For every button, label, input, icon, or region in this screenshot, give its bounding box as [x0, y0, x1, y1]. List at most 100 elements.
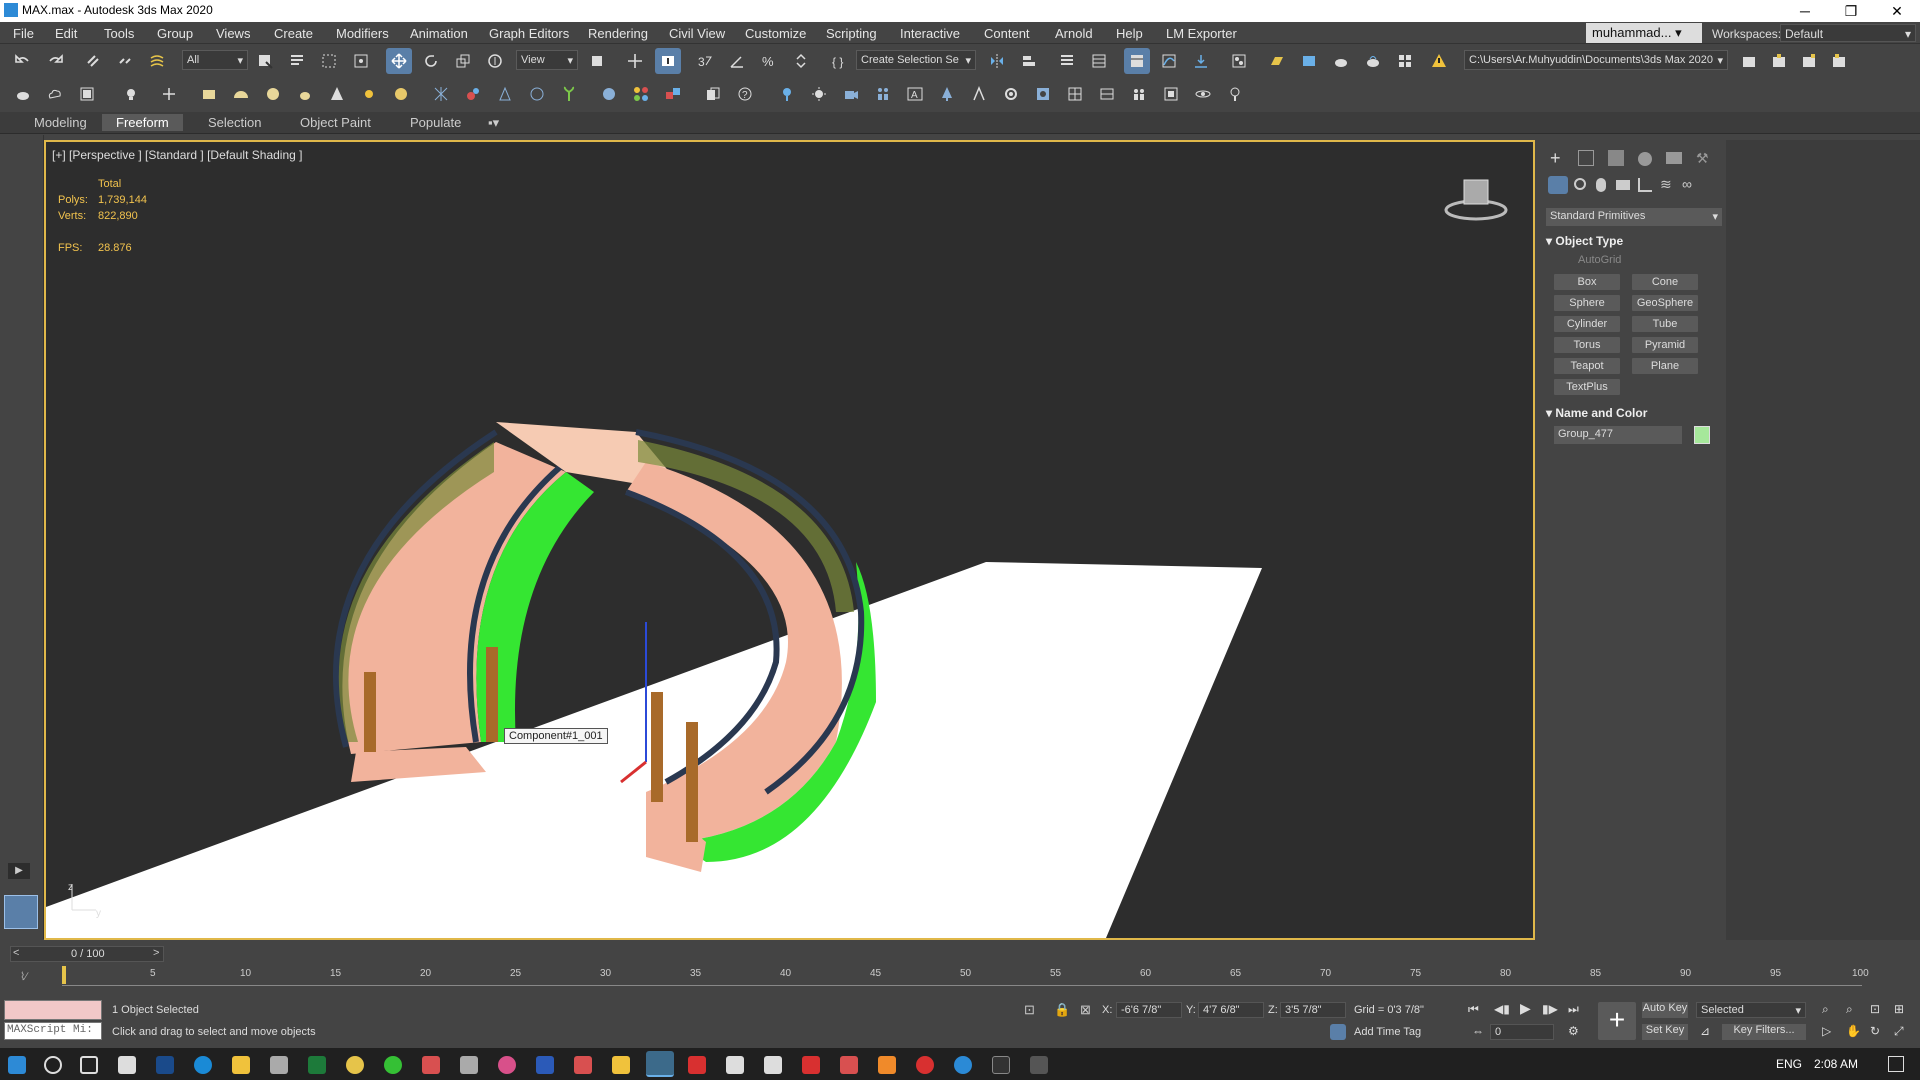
- current-frame-field[interactable]: 0: [1490, 1024, 1554, 1040]
- menu-animation[interactable]: Animation: [410, 26, 468, 41]
- isolate-selection-icon[interactable]: ⊡: [1024, 1002, 1035, 1018]
- goto-start-icon[interactable]: ⏮: [1468, 1002, 1479, 1017]
- acrobat-icon[interactable]: [802, 1056, 820, 1074]
- warning-button[interactable]: [1426, 48, 1452, 74]
- bind-space-warp-button[interactable]: [144, 48, 170, 74]
- menu-graph-editors[interactable]: Graph Editors: [489, 26, 569, 41]
- box-create-button[interactable]: [196, 81, 222, 107]
- project-save-button[interactable]: [1796, 48, 1822, 74]
- particles-button[interactable]: [460, 81, 486, 107]
- system-tray-icons[interactable]: [1432, 1056, 1762, 1072]
- menu-scripting[interactable]: Scripting: [826, 26, 877, 41]
- absolute-mode-icon[interactable]: ⊠: [1080, 1002, 1091, 1018]
- selection-filter-dropdown[interactable]: All ▾: [182, 50, 248, 70]
- time-slider[interactable]: < 0 / 100 >: [10, 946, 164, 962]
- viewport-layout-button[interactable]: [1062, 81, 1088, 107]
- skype-icon[interactable]: [954, 1056, 972, 1074]
- vlc-icon[interactable]: [878, 1056, 896, 1074]
- y-coordinate-field[interactable]: 4'7 6/8": [1198, 1002, 1264, 1018]
- tab-populate[interactable]: Populate: [410, 115, 461, 130]
- object-name-field[interactable]: Group_477: [1554, 426, 1682, 444]
- menu-views[interactable]: Views: [216, 26, 250, 41]
- pan-icon[interactable]: ✋: [1846, 1024, 1861, 1038]
- menu-rendering[interactable]: Rendering: [588, 26, 648, 41]
- window-crossing-button[interactable]: [348, 48, 374, 74]
- material-editor-button[interactable]: [1226, 48, 1252, 74]
- name-color-rollout-header[interactable]: ▾ Name and Color: [1546, 406, 1716, 420]
- teapot-primitive-button[interactable]: Teapot: [1554, 358, 1620, 374]
- unlink-button[interactable]: [112, 48, 138, 74]
- modify-tab-icon[interactable]: [1578, 150, 1594, 166]
- perspective-viewport[interactable]: [+] [Perspective ] [Standard ] [Default …: [44, 140, 1535, 940]
- object-type-rollout-header[interactable]: ▾ Object Type: [1546, 234, 1716, 248]
- previous-frame-icon[interactable]: ◀▮: [1494, 1002, 1510, 1016]
- app-icon-3[interactable]: [498, 1056, 516, 1074]
- orbit-icon[interactable]: ↻: [1870, 1024, 1880, 1038]
- light-bulb-button[interactable]: [774, 81, 800, 107]
- cube-view-button[interactable]: [1158, 81, 1184, 107]
- bridge-icon[interactable]: [992, 1056, 1010, 1074]
- teapot-create-button[interactable]: [292, 81, 318, 107]
- redo-button[interactable]: [42, 48, 68, 74]
- toggle-layer-explorer-button[interactable]: [1086, 48, 1112, 74]
- menu-content[interactable]: Content: [984, 26, 1030, 41]
- app-icon-5[interactable]: [726, 1056, 744, 1074]
- select-by-name-button[interactable]: [284, 48, 310, 74]
- people-button[interactable]: [1126, 81, 1152, 107]
- undo-button[interactable]: [10, 48, 36, 74]
- plane-button[interactable]: Plane: [1632, 358, 1698, 374]
- project-folder-dropdown[interactable]: C:\Users\Ar.Muhyuddin\Documents\3ds Max …: [1464, 50, 1728, 70]
- whatsapp-icon[interactable]: [384, 1056, 402, 1074]
- hemisphere-button[interactable]: [228, 81, 254, 107]
- menu-tools[interactable]: Tools: [104, 26, 134, 41]
- render-production-button[interactable]: [1328, 48, 1354, 74]
- lights-category-icon[interactable]: [1596, 178, 1606, 192]
- key-selection-dropdown[interactable]: Selected ▾: [1696, 1002, 1806, 1018]
- curve-editor-button[interactable]: [1156, 48, 1182, 74]
- tab-freeform[interactable]: Freeform: [102, 114, 183, 131]
- workspace-select[interactable]: Default ▾: [1780, 24, 1916, 42]
- zoom-icon[interactable]: ⌕: [1822, 1002, 1829, 1017]
- object-category-dropdown[interactable]: Standard Primitives ▾: [1546, 208, 1722, 226]
- cloud-button[interactable]: [42, 81, 68, 107]
- chrome-icon[interactable]: [346, 1056, 364, 1074]
- sun-button[interactable]: [356, 81, 382, 107]
- project-open-button[interactable]: [1736, 48, 1762, 74]
- opera-icon[interactable]: [916, 1056, 934, 1074]
- lights-button[interactable]: [118, 81, 144, 107]
- auto-key-button[interactable]: Auto Key: [1642, 1002, 1688, 1018]
- close-button[interactable]: ✕: [1874, 0, 1920, 22]
- frame-button[interactable]: [74, 81, 100, 107]
- tree-button[interactable]: [934, 81, 960, 107]
- textplus-button[interactable]: TextPlus: [1554, 379, 1620, 395]
- set-key-button[interactable]: Set Key: [1642, 1024, 1688, 1040]
- helpers-category-icon[interactable]: [1638, 178, 1652, 192]
- percent-snap-button[interactable]: %: [756, 48, 782, 74]
- mesh-button[interactable]: [428, 81, 454, 107]
- spinner-snap-button[interactable]: [788, 48, 814, 74]
- bones-button[interactable]: [492, 81, 518, 107]
- next-frame-icon[interactable]: ▮▶: [1542, 1002, 1558, 1016]
- keyboard-shortcut-override-button[interactable]: [655, 48, 681, 74]
- select-and-scale-button[interactable]: [450, 48, 476, 74]
- add-time-tag[interactable]: Add Time Tag: [1354, 1026, 1421, 1038]
- clone-button[interactable]: [700, 81, 726, 107]
- menu-interactive[interactable]: Interactive: [900, 26, 960, 41]
- autogrid-checkbox[interactable]: AutoGrid: [1578, 254, 1621, 266]
- render-in-cloud-button[interactable]: [1360, 48, 1386, 74]
- key-filter-icon[interactable]: ⊿: [1700, 1024, 1710, 1038]
- link-button[interactable]: [80, 48, 106, 74]
- systems-category-icon[interactable]: ∞: [1682, 176, 1692, 192]
- menu-group[interactable]: Group: [157, 26, 193, 41]
- align-button[interactable]: [1016, 48, 1042, 74]
- cameras-category-icon[interactable]: [1616, 180, 1630, 190]
- clock[interactable]: 2:08 AM: [1814, 1057, 1858, 1071]
- select-and-place-button[interactable]: [482, 48, 508, 74]
- store-icon[interactable]: [270, 1056, 288, 1074]
- search-icon[interactable]: [44, 1056, 62, 1074]
- sphere-button[interactable]: Sphere: [1554, 295, 1620, 311]
- minimize-button[interactable]: ─: [1782, 0, 1828, 22]
- toggle-scene-explorer-button[interactable]: [1054, 48, 1080, 74]
- time-prev-icon[interactable]: <: [13, 947, 19, 959]
- torus-button[interactable]: Torus: [1554, 337, 1620, 353]
